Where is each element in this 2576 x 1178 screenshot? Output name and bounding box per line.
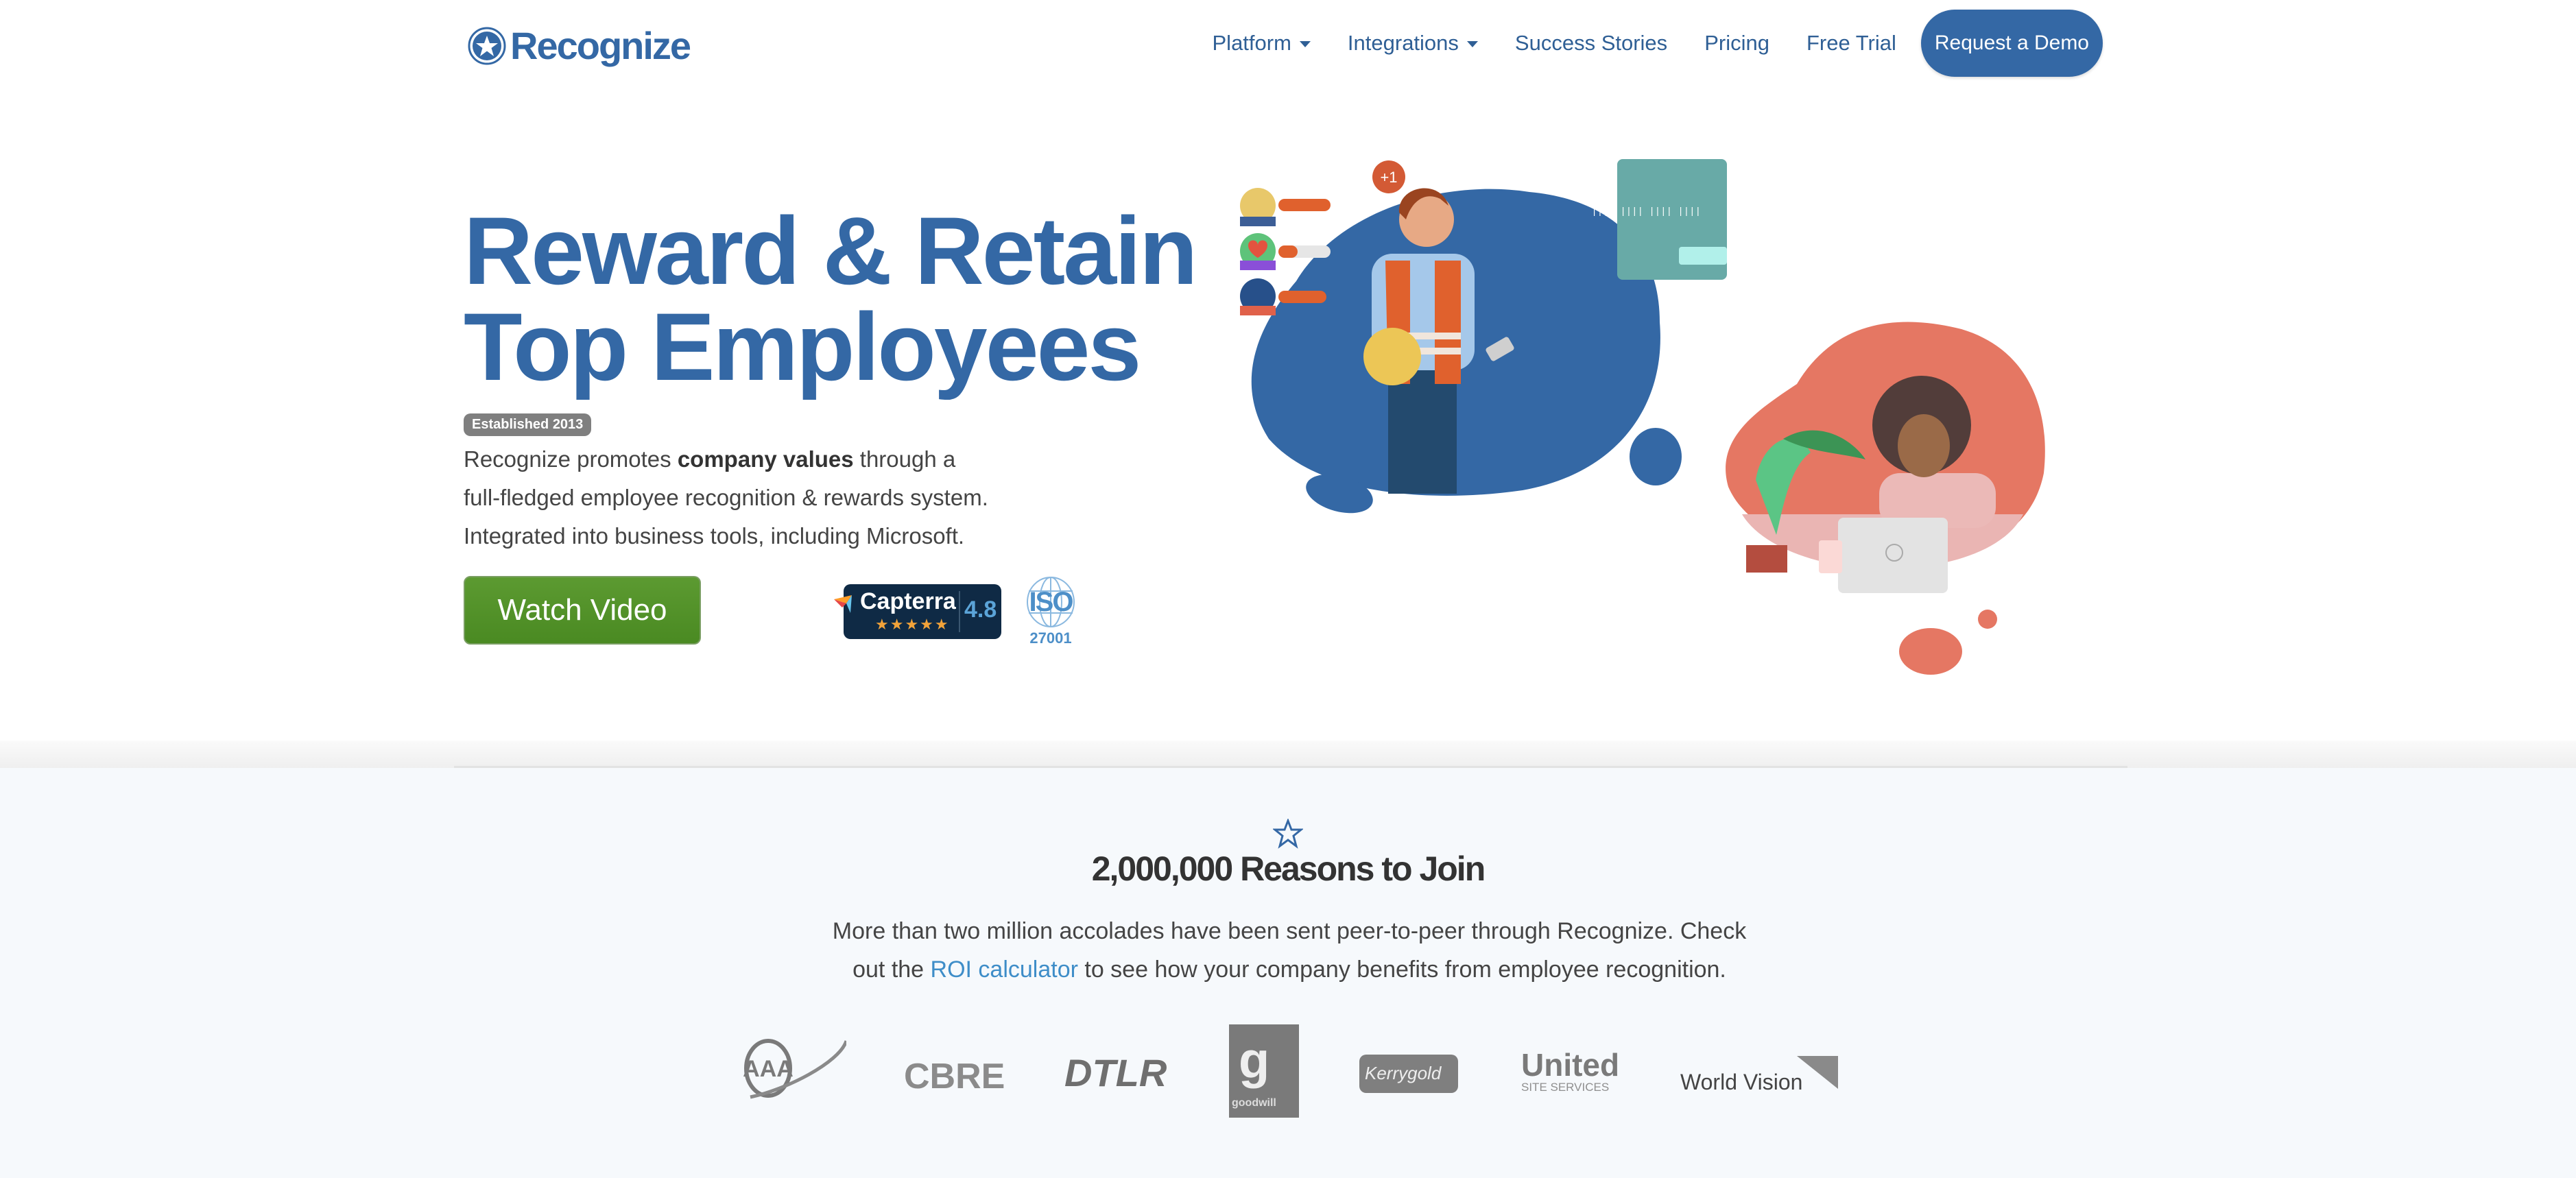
hero-desc-line2: full-fledged employee recognition & rewa… — [464, 485, 988, 510]
hard-hat — [1363, 328, 1421, 385]
world-vision-logo: World Vision — [1680, 1056, 1838, 1094]
customer-logos: AAA CBRE DTLR g goodwill Kerrygold Unite… — [727, 1015, 1852, 1125]
capterra-score: 4.8 — [964, 597, 997, 623]
caret-down-icon — [1466, 40, 1478, 47]
coral-dot — [1899, 628, 1962, 675]
hero-illustration: +1 |||| |||| |||| |||| — [1240, 159, 2045, 675]
capterra-logo-icon — [834, 595, 852, 613]
nav-free-trial[interactable]: Free Trial — [1806, 31, 1896, 56]
united-text: United — [1521, 1047, 1620, 1083]
reasons-title: 2,000,000 Reasons to Join — [1091, 850, 1486, 888]
request-demo-button[interactable]: Request a Demo — [1920, 10, 2103, 77]
desc-text: out the — [852, 957, 931, 983]
dtlr-logo: DTLR — [1064, 1051, 1167, 1094]
coral-dot — [1978, 610, 1997, 629]
goodwill-wordmark: goodwill — [1232, 1097, 1276, 1109]
goodwill-g-mark: g — [1239, 1032, 1270, 1089]
desc-text: Recognize promotes — [464, 446, 678, 472]
kerrygold-logo: Kerrygold — [1359, 1055, 1458, 1093]
capterra-name: Capterra — [860, 588, 956, 614]
iso-label: ISO — [1029, 587, 1074, 617]
nav-integrations[interactable]: Integrations — [1348, 31, 1478, 56]
brand-name: Recognize — [510, 24, 691, 67]
hero-title: Reward & Retain Top Employees — [464, 197, 1197, 400]
blue-blob-small — [1630, 428, 1682, 485]
nav-pricing[interactable]: Pricing — [1704, 31, 1769, 56]
nav-platform[interactable]: Platform — [1213, 31, 1311, 56]
united-site-services-logo: United SITE SERVICES — [1521, 1046, 1624, 1101]
hero-desc-line1: Recognize promotes company values throug… — [464, 440, 1081, 479]
cbre-logo: CBRE — [904, 1057, 1005, 1096]
company-values-emphasis: company values — [677, 446, 854, 472]
svg-text:|||| |||| |||| ||||: |||| |||| |||| |||| — [1591, 206, 1701, 217]
brand-logo[interactable]: Recognize — [468, 23, 691, 68]
star-outline-icon — [1273, 819, 1303, 849]
star-badge-icon — [468, 27, 506, 64]
iso-certification-badge: ISO 27001 — [1021, 575, 1081, 650]
svg-text:AAA: AAA — [743, 1056, 794, 1082]
iso-number: 27001 — [1029, 629, 1072, 647]
aaa-logo: AAA — [743, 1039, 846, 1099]
reasons-description: More than two million accolades have bee… — [809, 912, 1769, 989]
section-divider-shadow — [0, 741, 2576, 768]
top-navigation: Recognize Platform Integrations Success … — [0, 0, 2576, 86]
coffee-cup — [1819, 540, 1842, 573]
nav-integrations-label: Integrations — [1347, 31, 1459, 55]
hero-title-line1: Reward & Retain — [464, 197, 1197, 304]
nav-success-stories[interactable]: Success Stories — [1515, 31, 1667, 56]
watch-video-button[interactable]: Watch Video — [464, 576, 701, 645]
desc-text: through a — [853, 446, 956, 472]
capterra-stars: ★★★★★ — [875, 616, 950, 633]
world-vision-triangle-icon — [1797, 1056, 1838, 1089]
main-menu: Platform Integrations Success Stories Pr… — [1176, 10, 2103, 77]
reasons-desc-line2: out the ROI calculator to see how your c… — [809, 950, 1769, 989]
roi-calculator-link[interactable]: ROI calculator — [931, 957, 1078, 983]
world-vision-text: World Vision — [1680, 1070, 1803, 1094]
hero-title-line2: Top Employees — [464, 293, 1141, 400]
plus-one-text: +1 — [1380, 169, 1397, 186]
caret-down-icon — [1299, 40, 1311, 47]
site-services-text: SITE SERVICES — [1521, 1081, 1610, 1094]
capterra-rating-badge[interactable]: Capterra ★★★★★ 4.8 — [831, 584, 1001, 639]
reasons-desc-line1: More than two million accolades have bee… — [832, 918, 1747, 944]
goodwill-logo: g goodwill — [1229, 1024, 1299, 1118]
nav-platform-label: Platform — [1212, 31, 1291, 55]
capterra-divider — [959, 591, 960, 632]
desc-text: to see how your company benefits from em… — [1077, 957, 1726, 983]
hero-desc-line3: Integrated into business tools, includin… — [464, 523, 965, 549]
established-badge: Established 2013 — [464, 413, 592, 436]
hero-description: Recognize promotes company values throug… — [464, 440, 1081, 555]
section-divider — [454, 766, 2127, 768]
kerrygold-text: Kerrygold — [1365, 1063, 1442, 1083]
